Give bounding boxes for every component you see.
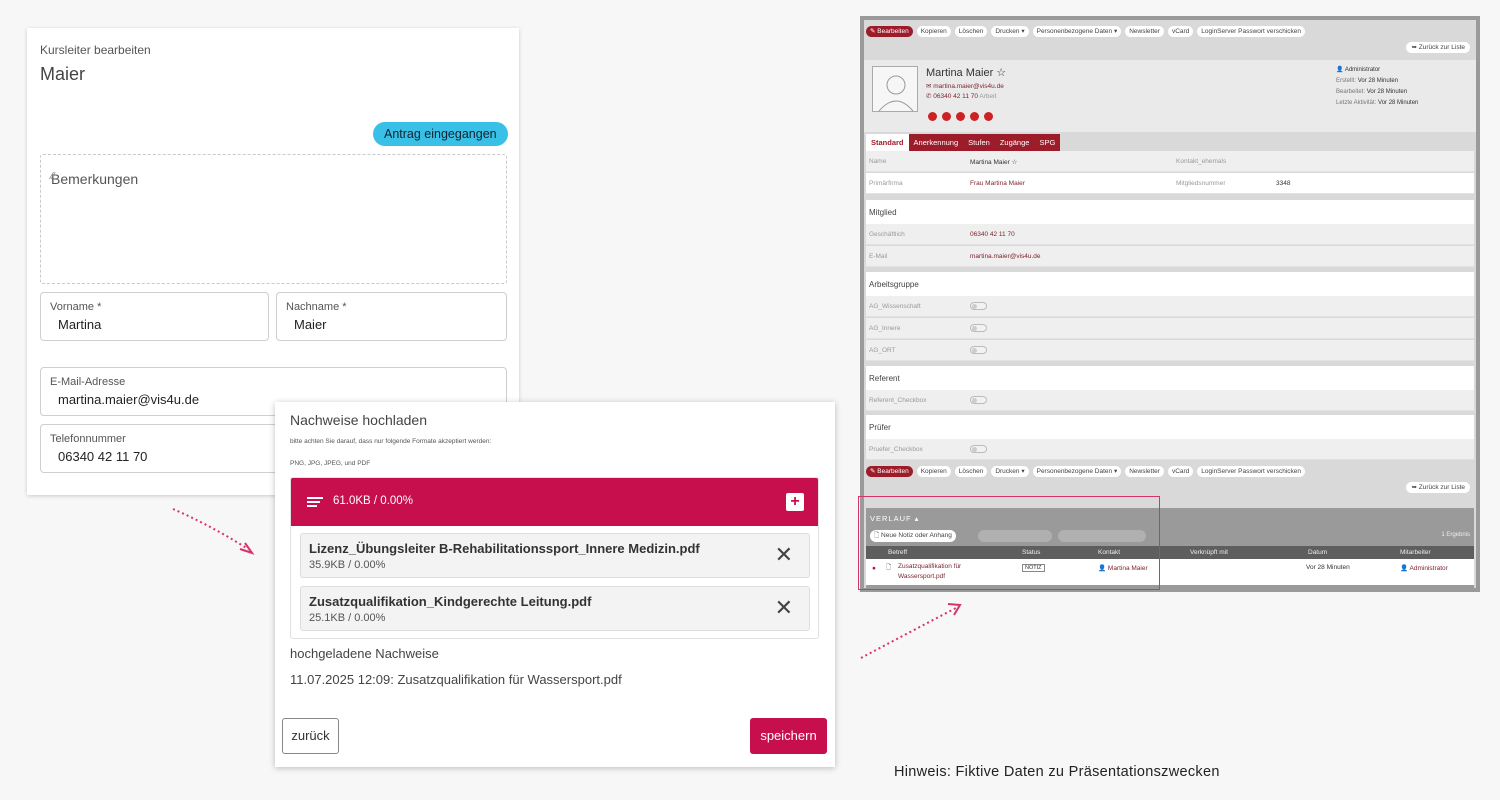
firstname-label: Vorname * — [50, 301, 102, 313]
file-item: Zusatzqualifikation_Kindgerechte Leitung… — [300, 586, 810, 631]
remarks-textarea[interactable]: Bemerkungen ⁄⁄ — [40, 154, 507, 284]
crm-newsletter-button[interactable]: Newsletter — [1125, 466, 1164, 477]
lastname-value: Maier — [294, 317, 327, 332]
crm-copy-button[interactable]: Kopieren — [916, 26, 951, 37]
row-ag-wissenschaft: AG_Wissenschaft — [866, 296, 1474, 317]
uploaded-entry[interactable]: 11.07.2025 12:09: Zusatzqualifikation fü… — [290, 672, 622, 687]
lastname-label: Nachname * — [286, 301, 347, 313]
back-to-list-button[interactable]: ➥ Zurück zur Liste — [1406, 482, 1470, 493]
toggle-switch[interactable] — [970, 445, 987, 453]
menu-lines-icon — [307, 497, 323, 507]
profile-phone[interactable]: ✆ 06340 42 11 70 Arbeit — [926, 92, 996, 100]
form-subtitle: Kursleiter bearbeiten — [40, 43, 151, 57]
upload-total: 61.0KB / 0.00% — [333, 495, 413, 507]
arrow-to-upload-icon — [172, 508, 255, 555]
crm-tabs: Standard Anerkennung Stufen Zugänge SPG — [866, 134, 1061, 151]
upload-dialog: Nachweise hochladen bitte achten Sie dar… — [275, 402, 835, 767]
crm-toolbar-bottom: ✎ Bearbeiten Kopieren Löschen Drucken ▾ … — [866, 466, 1305, 477]
crm-delete-button[interactable]: Löschen — [954, 26, 988, 37]
section-referent: Referent — [866, 366, 1474, 390]
file-size: 25.1KB / 0.00% — [309, 612, 386, 624]
meta-last-activity: Letzte Aktivität: Vor 28 Minuten — [1336, 100, 1419, 106]
tab-stufen[interactable]: Stufen — [963, 134, 995, 151]
meta-owner: 👤 Administrator — [1336, 67, 1381, 73]
tab-zugaenge[interactable]: Zugänge — [995, 134, 1035, 151]
crm-personal-data-button[interactable]: Personenbezogene Daten ▾ — [1032, 26, 1122, 37]
save-button[interactable]: speichern — [750, 718, 827, 754]
upload-hint: bitte achten Sie darauf, dass nur folgen… — [290, 438, 492, 445]
back-to-list-button[interactable]: ➥ Zurück zur Liste — [1406, 42, 1470, 53]
back-button[interactable]: zurück — [282, 718, 339, 754]
result-count: 1 Ergebnis — [1441, 532, 1470, 538]
crm-personal-data-button[interactable]: Personenbezogene Daten ▾ — [1032, 466, 1122, 477]
phone-value: 06340 42 11 70 — [58, 449, 148, 464]
profile-header: Martina Maier ☆ ✉ martina.maier@vis4u.de… — [864, 60, 1476, 132]
section-arbeitsgruppe: Arbeitsgruppe — [866, 272, 1474, 296]
email-value: martina.maier@vis4u.de — [58, 392, 200, 407]
form-title: Maier — [40, 64, 86, 84]
row-ag-innere: AG_Innere — [866, 318, 1474, 339]
toggle-switch[interactable] — [970, 324, 987, 332]
row-ag-ort: AG_ORT — [866, 340, 1474, 361]
row-primaerfirma: Primärfirma Frau Martina Maier Mitgliedsn… — [866, 173, 1474, 194]
meta-edited: Bearbeitet: Vor 28 Minuten — [1336, 89, 1408, 95]
upload-summary-bar: 61.0KB / 0.00% + — [291, 478, 818, 526]
row-name: Name Martina Maier ☆ Kontakt_ehemals — [866, 151, 1474, 172]
crm-vcard-button[interactable]: vCard — [1167, 466, 1194, 477]
tab-anerkennung[interactable]: Anerkennung — [909, 134, 964, 151]
add-file-icon[interactable]: + — [786, 493, 804, 511]
history-employee[interactable]: 👤 Administrator — [1400, 564, 1448, 572]
crm-toolbar-top: ✎ Bearbeiten Kopieren Löschen Drucken ▾ … — [866, 26, 1305, 37]
file-name: Zusatzqualifikation_Kindgerechte Leitung… — [309, 594, 592, 609]
arrow-to-history-icon — [860, 603, 962, 659]
toggle-switch[interactable] — [970, 396, 987, 404]
crm-print-button[interactable]: Drucken ▾ — [991, 26, 1029, 37]
history-date: Vor 28 Minuten — [1306, 564, 1350, 571]
highlight-frame — [858, 496, 1160, 590]
crm-print-button[interactable]: Drucken ▾ — [991, 466, 1029, 477]
profile-name: Martina Maier ☆ — [926, 67, 1007, 79]
crm-delete-button[interactable]: Löschen — [954, 466, 988, 477]
profile-action-icons[interactable] — [928, 112, 993, 121]
crm-password-button[interactable]: LoginServer Passwort verschicken — [1197, 26, 1305, 37]
tab-standard[interactable]: Standard — [866, 134, 909, 151]
file-size: 35.9KB / 0.00% — [309, 559, 386, 571]
resize-handle-icon[interactable]: ⁄⁄ — [51, 171, 501, 280]
status-badge[interactable]: Antrag eingegangen — [373, 122, 508, 146]
row-geschaeftlich: Geschäftlich 06340 42 11 70 — [866, 224, 1474, 245]
crm-password-button[interactable]: LoginServer Passwort verschicken — [1197, 466, 1305, 477]
upload-title: Nachweise hochladen — [290, 412, 427, 428]
row-pruefer-checkbox: Pruefer_Checkbox — [866, 439, 1474, 460]
profile-email[interactable]: ✉ martina.maier@vis4u.de — [926, 82, 1004, 90]
row-referent-checkbox: Referent_Checkbox — [866, 390, 1474, 411]
crm-copy-button[interactable]: Kopieren — [916, 466, 951, 477]
footnote: Hinweis: Fiktive Daten zu Präsentationsz… — [894, 764, 1220, 780]
remove-file-icon[interactable]: ✕ — [775, 542, 793, 568]
meta-created: Erstellt: Vor 28 Minuten — [1336, 78, 1399, 84]
section-pruefer: Prüfer — [866, 415, 1474, 439]
section-mitglied: Mitglied — [866, 200, 1474, 224]
toggle-switch[interactable] — [970, 346, 987, 354]
tab-spg[interactable]: SPG — [1034, 134, 1060, 151]
firstname-value: Martina — [58, 317, 102, 332]
crm-vcard-button[interactable]: vCard — [1167, 26, 1194, 37]
crm-edit-button[interactable]: ✎ Bearbeiten — [866, 26, 913, 37]
phone-label: Telefonnummer — [50, 433, 126, 445]
file-name: Lizenz_Übungsleiter B-Rehabilitationsspo… — [309, 541, 700, 556]
lastname-field[interactable]: Nachname * Maier — [276, 292, 507, 341]
uploaded-heading: hochgeladene Nachweise — [290, 646, 439, 661]
upload-dropzone[interactable]: 61.0KB / 0.00% + Lizenz_Übungsleiter B-R… — [290, 477, 819, 639]
firstname-field[interactable]: Vorname * Martina — [40, 292, 269, 341]
email-label: E-Mail-Adresse — [50, 376, 126, 388]
row-email: E-Mail martina.maier@vis4u.de — [866, 246, 1474, 267]
remove-file-icon[interactable]: ✕ — [775, 595, 793, 621]
avatar-icon — [872, 66, 918, 112]
crm-newsletter-button[interactable]: Newsletter — [1125, 26, 1164, 37]
crm-edit-button[interactable]: ✎ Bearbeiten — [866, 466, 913, 477]
upload-formats: PNG, JPG, JPEG, und PDF — [290, 460, 371, 467]
toggle-switch[interactable] — [970, 302, 987, 310]
file-item: Lizenz_Übungsleiter B-Rehabilitationsspo… — [300, 533, 810, 578]
